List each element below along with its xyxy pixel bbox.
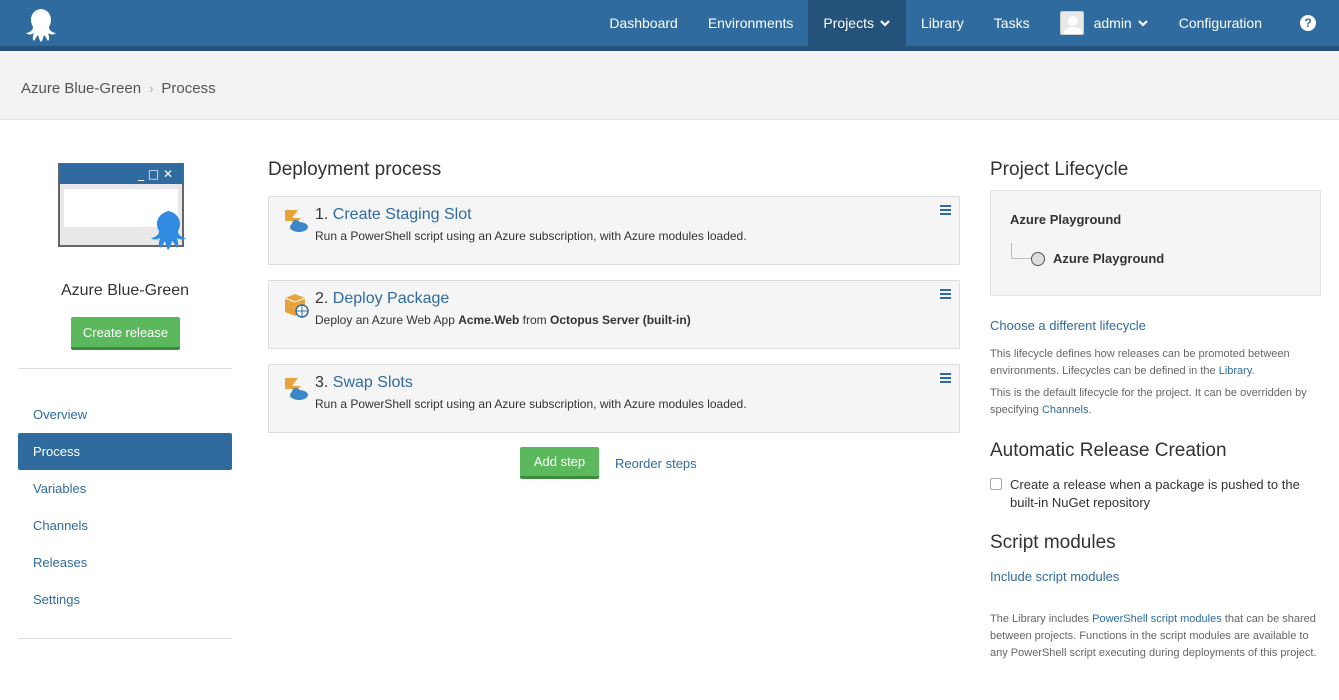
project-name: Azure Blue-Green [60, 282, 190, 299]
script-modules-help-text: The Library includes PowerShell script m… [990, 613, 1317, 659]
sidebar-item-releases[interactable]: Releases [18, 544, 232, 581]
chevron-down-icon [880, 20, 890, 27]
sidebar-divider [18, 638, 232, 639]
breadcrumb-current: Process [161, 80, 216, 97]
lifecycle-environment: Azure Playground [1053, 251, 1165, 266]
lifecycle-box: Azure Playground Azure Playground [990, 190, 1321, 296]
step-title: 1. Create Staging Slot [315, 206, 472, 224]
auto-release-checkbox[interactable] [990, 478, 1002, 490]
feed-name: Octopus Server (built-in) [550, 313, 691, 327]
process-step: 2. Deploy Package Deploy an Azure Web Ap… [268, 280, 960, 349]
project-menu: Overview Process Variables Channels Rele… [18, 396, 232, 618]
sidebar-item-overview[interactable]: Overview [18, 396, 232, 433]
nav-environments[interactable]: Environments [693, 0, 809, 46]
lifecycle-heading: Project Lifecycle [990, 159, 1129, 180]
chevron-down-icon [1137, 20, 1148, 27]
hamburger-menu-icon[interactable] [940, 205, 951, 215]
package-name: Acme.Web [458, 313, 520, 327]
nav-dashboard[interactable]: Dashboard [594, 0, 693, 46]
step-title: 2. Deploy Package [315, 290, 449, 308]
nav-projects-label: Projects [823, 15, 874, 31]
step-title: 3. Swap Slots [315, 374, 413, 392]
auto-release-label: Create a release when a package is pushe… [1010, 477, 1300, 510]
add-step-button[interactable]: Add step [520, 447, 599, 479]
lifecycle-default-text: This is the default lifecycle for the pr… [990, 387, 1307, 416]
step-name-link[interactable]: Swap Slots [333, 374, 413, 391]
top-nav: Dashboard Environments Projects Library … [0, 0, 1339, 51]
choose-lifecycle-link[interactable]: Choose a different lifecycle [990, 318, 1146, 333]
step-description: Deploy an Azure Web App Acme.Web from Oc… [315, 313, 691, 327]
lifecycle-help-text: This lifecycle defines how releases can … [990, 348, 1290, 377]
library-link[interactable]: Library [1219, 365, 1252, 377]
create-release-button[interactable]: Create release [71, 317, 180, 350]
octopus-logo-icon[interactable] [20, 5, 60, 45]
script-modules-heading: Script modules [990, 532, 1116, 553]
nav-configuration[interactable]: Configuration [1164, 0, 1277, 46]
nav-projects[interactable]: Projects [808, 0, 906, 46]
step-number: 1. [315, 206, 329, 223]
step-name-link[interactable]: Create Staging Slot [333, 206, 472, 223]
step-number: 3. [315, 374, 329, 391]
powershell-script-modules-link[interactable]: PowerShell script modules [1092, 613, 1222, 625]
environment-status-icon [1031, 252, 1045, 266]
svg-text:_ □ ✕: _ □ ✕ [137, 167, 173, 181]
user-name: admin [1093, 15, 1132, 31]
breadcrumb: Azure Blue-Green › Process [21, 80, 216, 97]
avatar [1059, 11, 1084, 35]
reorder-steps-link[interactable]: Reorder steps [615, 456, 697, 471]
sidebar-item-channels[interactable]: Channels [18, 507, 232, 544]
azure-powershell-icon [285, 210, 308, 232]
sidebar-divider [18, 368, 232, 369]
step-description: Run a PowerShell script using an Azure s… [315, 397, 747, 411]
sidebar-item-settings[interactable]: Settings [18, 581, 232, 618]
azure-web-app-icon [284, 294, 309, 318]
process-step: 3. Swap Slots Run a PowerShell script us… [268, 364, 960, 433]
hamburger-menu-icon[interactable] [940, 373, 951, 383]
include-script-modules-link[interactable]: Include script modules [990, 569, 1119, 584]
breadcrumb-bar: Azure Blue-Green › Process [0, 51, 1339, 120]
step-description: Run a PowerShell script using an Azure s… [315, 229, 747, 243]
auto-release-heading: Automatic Release Creation [990, 440, 1227, 461]
sidebar-item-process[interactable]: Process [18, 433, 232, 470]
channels-link[interactable]: Channels [1042, 404, 1088, 416]
project-logo-icon: _ □ ✕ [58, 163, 186, 250]
breadcrumb-separator: › [149, 81, 154, 96]
sidebar-item-variables[interactable]: Variables [18, 470, 232, 507]
step-number: 2. [315, 290, 329, 307]
question-circle-icon: ? [1300, 15, 1316, 31]
process-step: 1. Create Staging Slot Run a PowerShell … [268, 196, 960, 265]
azure-powershell-icon [285, 378, 308, 400]
hamburger-menu-icon[interactable] [940, 289, 951, 299]
lifecycle-name: Azure Playground [1010, 212, 1122, 227]
nav-user-menu[interactable]: admin [1045, 0, 1164, 46]
lifecycle-connector [1011, 243, 1031, 259]
help-button[interactable]: ? [1277, 0, 1339, 46]
breadcrumb-project-link[interactable]: Azure Blue-Green [21, 80, 141, 97]
page-title: Deployment process [268, 159, 442, 180]
nav-tasks[interactable]: Tasks [979, 0, 1045, 46]
nav-library[interactable]: Library [906, 0, 979, 46]
step-name-link[interactable]: Deploy Package [333, 290, 450, 307]
